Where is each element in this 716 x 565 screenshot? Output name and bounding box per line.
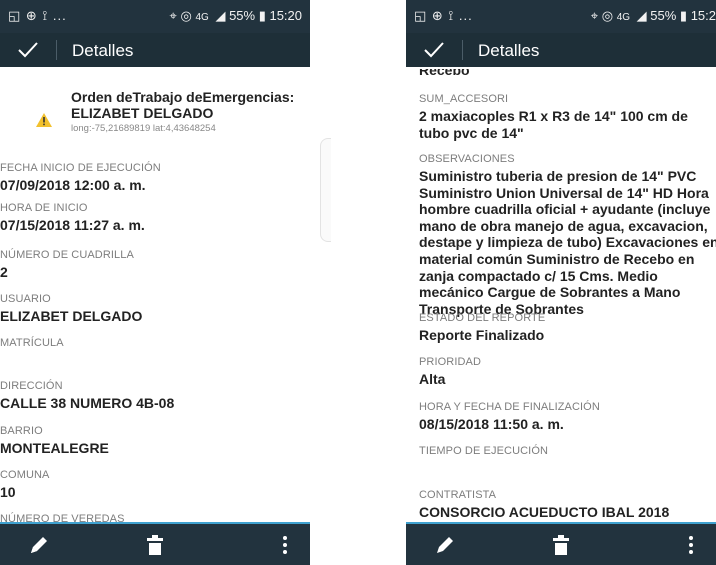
field-cuadrilla: NÚMERO DE CUADRILLA 2 bbox=[0, 249, 310, 281]
trash-icon[interactable] bbox=[552, 534, 570, 556]
field-label: SUM_ACCESORI bbox=[419, 93, 509, 105]
app-bar: Detalles bbox=[406, 33, 716, 67]
field-label: FECHA INICIO DE EJECUCIÓN bbox=[0, 162, 161, 174]
alarm-icon: ◎ bbox=[601, 8, 614, 23]
field-label: CONTRATISTA bbox=[419, 489, 497, 501]
bottom-action-bar bbox=[406, 524, 716, 565]
network-type: 4G bbox=[616, 12, 631, 23]
field-prioridad: PRIORIDAD Alta bbox=[419, 356, 716, 388]
warning-icon bbox=[36, 113, 52, 127]
app-bar-title: Detalles bbox=[478, 41, 540, 60]
status-notification-icons: ◱ ⊕ ⟟ ... bbox=[414, 8, 473, 23]
field-value: 07/09/2018 12:00 a. m. bbox=[0, 177, 146, 193]
field-label: BARRIO bbox=[0, 425, 43, 437]
field-direccion: DIRECCIÓN CALLE 38 NUMERO 4B-08 bbox=[0, 380, 310, 412]
overflow-menu-icon[interactable] bbox=[282, 535, 288, 555]
field-label: MATRÍCULA bbox=[0, 337, 64, 349]
field-label: COMUNA bbox=[0, 469, 50, 481]
field-value: MONTEALEGRE bbox=[0, 440, 109, 456]
order-title: Orden deTrabajo deEmergencias: ELIZABET … bbox=[71, 89, 306, 121]
field-value: 07/15/2018 11:27 a. m. bbox=[0, 217, 145, 233]
field-label: USUARIO bbox=[0, 293, 51, 305]
battery-time: 55% ▮ 15:20 bbox=[229, 8, 302, 23]
field-label: DIRECCIÓN bbox=[0, 380, 63, 392]
location-icon: ⌖ bbox=[590, 8, 599, 23]
app-bar-divider bbox=[462, 40, 463, 60]
app-bar-divider bbox=[56, 40, 57, 60]
alarm-icon: ◎ bbox=[180, 8, 192, 23]
bottom-action-bar bbox=[0, 524, 310, 565]
field-label: NÚMERO DE CUADRILLA bbox=[0, 249, 134, 261]
field-value: Suministro tuberia de presion de 14" PVC… bbox=[419, 168, 716, 317]
order-title-line2: ELIZABET DELGADO bbox=[71, 105, 214, 121]
field-value: Alta bbox=[419, 371, 446, 387]
battery-time: 55% ▮ 15:2 bbox=[650, 8, 716, 23]
field-value: CONSORCIO ACUEDUCTO IBAL 2018 bbox=[419, 504, 670, 520]
field-label: ESTADO DEL REPORTE bbox=[419, 312, 546, 324]
right-screen: ◱ ⊕ ⟟ ... ⌖ ◎ 4G ◢ 55% ▮ 15:2 Detalles R… bbox=[406, 0, 716, 565]
signal-icon: ◢ bbox=[215, 8, 226, 23]
field-fecha-inicio: FECHA INICIO DE EJECUCIÓN 07/09/2018 12:… bbox=[0, 162, 310, 194]
field-label: HORA DE INICIO bbox=[0, 202, 88, 214]
field-sum-accesori: SUM_ACCESORI 2 maxiacoples R1 x R3 de 14… bbox=[419, 93, 715, 141]
field-value: 2 maxiacoples R1 x R3 de 14" 100 cm de t… bbox=[419, 108, 688, 141]
field-comuna: COMUNA 10 bbox=[0, 469, 310, 501]
overflow-menu-icon[interactable] bbox=[688, 535, 694, 555]
field-value: ELIZABET DELGADO bbox=[0, 308, 143, 324]
field-contratista: CONTRATISTA CONSORCIO ACUEDUCTO IBAL 201… bbox=[419, 489, 716, 521]
field-label: TIEMPO DE EJECUCIÓN bbox=[419, 445, 549, 457]
status-bar: ◱ ⊕ ⟟ ... ⌖ ◎ 4G ◢ 55% ▮ 15:20 bbox=[0, 0, 310, 33]
field-tiempo-ejecucion: TIEMPO DE EJECUCIÓN bbox=[419, 445, 716, 460]
status-info: ⌖ ◎ 4G ◢ 55% ▮ 15:2 bbox=[591, 8, 716, 24]
status-info: ⌖ ◎ 4G ◢ 55% ▮ 15:20 bbox=[170, 8, 302, 24]
field-value: Reporte Finalizado bbox=[419, 327, 545, 343]
status-bar: ◱ ⊕ ⟟ ... ⌖ ◎ 4G ◢ 55% ▮ 15:2 bbox=[406, 0, 716, 33]
field-value: CALLE 38 NUMERO 4B-08 bbox=[0, 395, 175, 411]
field-matricula: MATRÍCULA bbox=[0, 337, 310, 352]
details-content[interactable]: Orden deTrabajo deEmergencias: ELIZABET … bbox=[0, 67, 310, 522]
check-icon[interactable] bbox=[16, 38, 44, 62]
order-coordinates: long:-75,21689819 lat:4,43648254 bbox=[71, 123, 216, 134]
field-veredas: NÚMERO DE VEREDAS bbox=[0, 513, 310, 522]
pencil-icon[interactable] bbox=[434, 534, 456, 556]
signal-icon: ◢ bbox=[636, 8, 647, 23]
location-icon: ⌖ bbox=[169, 8, 177, 23]
field-hora-fecha-finalizacion: HORA Y FECHA DE FINALIZACIÓN 08/15/2018 … bbox=[419, 401, 716, 433]
field-label: NÚMERO DE VEREDAS bbox=[0, 513, 125, 522]
field-observaciones: OBSERVACIONES Suministro tuberia de pres… bbox=[419, 153, 716, 317]
status-notification-icons: ◱ ⊕ ⟟ ... bbox=[8, 8, 67, 23]
field-hora-inicio: HORA DE INICIO 07/15/2018 11:27 a. m. bbox=[0, 202, 310, 234]
order-title-line1: Orden deTrabajo deEmergencias: bbox=[71, 89, 295, 105]
trash-icon[interactable] bbox=[146, 534, 164, 556]
field-value: 08/15/2018 11:50 a. m. bbox=[419, 416, 564, 432]
app-bar: Detalles bbox=[0, 33, 310, 67]
field-label: HORA Y FECHA DE FINALIZACIÓN bbox=[419, 401, 600, 413]
left-screen: ◱ ⊕ ⟟ ... ⌖ ◎ 4G ◢ 55% ▮ 15:20 Detalles … bbox=[0, 0, 310, 565]
app-bar-title: Detalles bbox=[72, 41, 134, 60]
check-icon[interactable] bbox=[422, 38, 450, 62]
side-scroll-handle[interactable] bbox=[320, 138, 331, 242]
field-value: 2 bbox=[0, 264, 8, 280]
field-estado-reporte: ESTADO DEL REPORTE Reporte Finalizado bbox=[419, 312, 716, 344]
field-label: OBSERVACIONES bbox=[419, 153, 515, 165]
field-label: PRIORIDAD bbox=[419, 356, 482, 368]
clipped-field-value: Recebo bbox=[419, 67, 470, 78]
field-usuario: USUARIO ELIZABET DELGADO bbox=[0, 293, 310, 325]
field-barrio: BARRIO MONTEALEGRE bbox=[0, 425, 310, 457]
details-content[interactable]: Recebo SUM_ACCESORI 2 maxiacoples R1 x R… bbox=[406, 67, 716, 522]
pencil-icon[interactable] bbox=[28, 534, 50, 556]
field-value: 10 bbox=[0, 484, 16, 500]
network-type: 4G bbox=[195, 12, 209, 23]
